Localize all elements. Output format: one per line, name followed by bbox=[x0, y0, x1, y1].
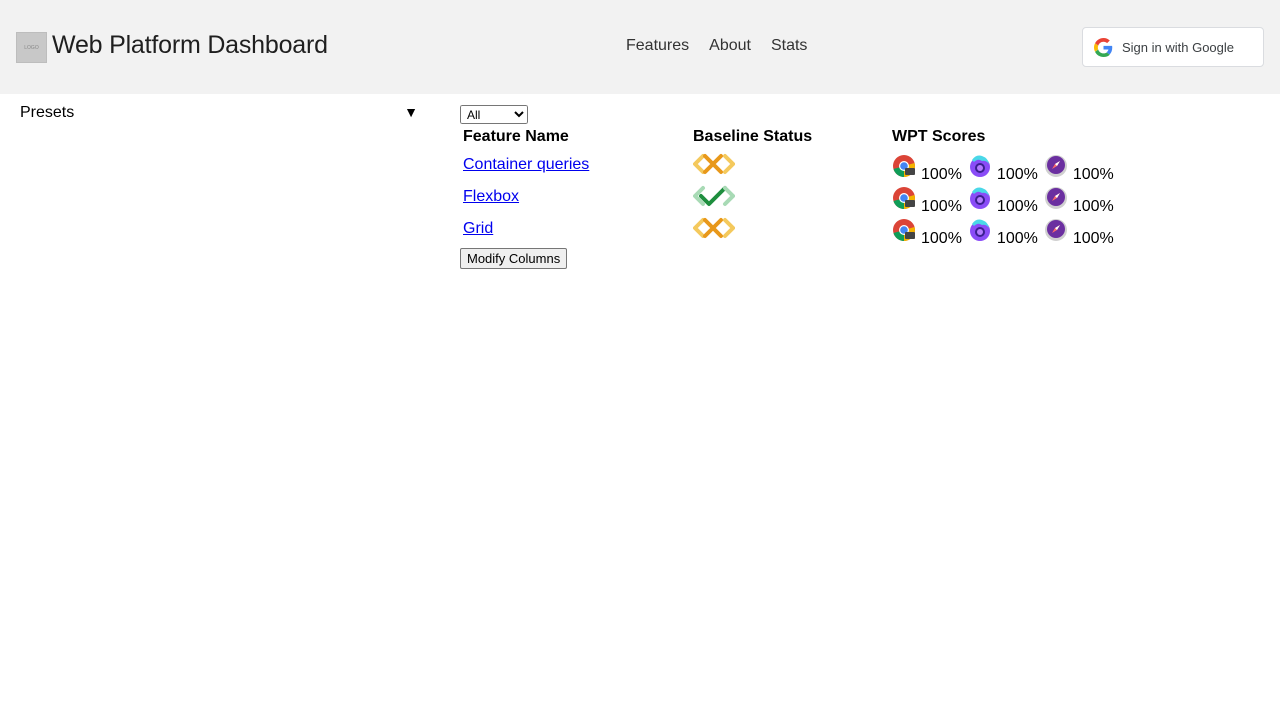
wpt-scores-row: 100% 100% 100% bbox=[892, 187, 1120, 216]
wpt-scores-row: 100% 100% 100% bbox=[892, 155, 1120, 184]
google-icon bbox=[1094, 37, 1113, 57]
wpt-scores-row: 100% 100% 100% bbox=[892, 219, 1120, 248]
baseline-limited-icon bbox=[693, 154, 735, 174]
safari-icon bbox=[1044, 187, 1067, 209]
firefox-icon bbox=[969, 219, 990, 241]
presets-label: Presets bbox=[20, 104, 75, 121]
score-chrome: 100% bbox=[921, 166, 962, 183]
safari-icon bbox=[1044, 219, 1067, 241]
safari-icon bbox=[1044, 155, 1067, 177]
table-row: Grid bbox=[463, 220, 493, 238]
nav-about[interactable]: About bbox=[709, 37, 751, 55]
chrome-icon bbox=[893, 155, 915, 177]
logo[interactable]: LOGO bbox=[16, 32, 47, 63]
score-safari: 100% bbox=[1072, 198, 1114, 215]
app-title[interactable]: Web Platform Dashboard bbox=[52, 31, 328, 60]
modify-columns-button[interactable]: Modify Columns bbox=[460, 248, 568, 269]
score-firefox: 100% bbox=[996, 166, 1038, 183]
nav-stats[interactable]: Stats bbox=[771, 37, 807, 55]
google-signin-button[interactable]: Sign in with Google bbox=[1082, 27, 1264, 67]
top-nav: Features About Stats bbox=[626, 37, 807, 55]
score-firefox: 100% bbox=[996, 230, 1038, 247]
score-safari: 100% bbox=[1072, 166, 1114, 183]
chevron-down-icon: ▼ bbox=[404, 104, 418, 120]
score-chrome: 100% bbox=[921, 198, 962, 215]
table-row: Flexbox bbox=[463, 188, 519, 206]
score-chrome: 100% bbox=[921, 230, 962, 247]
chrome-icon bbox=[893, 187, 915, 209]
column-header-feature-name: Feature Name bbox=[463, 128, 569, 145]
baseline-widely-icon bbox=[693, 186, 735, 206]
column-header-wpt-scores: WPT Scores bbox=[892, 128, 986, 145]
firefox-icon bbox=[969, 155, 990, 177]
score-safari: 100% bbox=[1072, 230, 1114, 247]
feature-filter-select[interactable]: All bbox=[460, 105, 528, 124]
firefox-icon bbox=[969, 187, 990, 209]
baseline-limited-icon bbox=[693, 218, 735, 238]
top-header: LOGO Web Platform Dashboard Features Abo… bbox=[0, 0, 1280, 94]
table-row: Container queries bbox=[463, 156, 589, 174]
feature-link-flexbox[interactable]: Flexbox bbox=[463, 188, 519, 205]
feature-link-grid[interactable]: Grid bbox=[463, 220, 493, 237]
nav-features[interactable]: Features bbox=[626, 37, 689, 55]
chrome-icon bbox=[893, 219, 915, 241]
feature-link-container-queries[interactable]: Container queries bbox=[463, 156, 589, 173]
score-firefox: 100% bbox=[996, 198, 1038, 215]
presets-toggle[interactable]: Presets ▼ bbox=[20, 104, 420, 122]
signin-label: Sign in with Google bbox=[1122, 39, 1235, 55]
column-header-baseline-status: Baseline Status bbox=[693, 128, 813, 145]
